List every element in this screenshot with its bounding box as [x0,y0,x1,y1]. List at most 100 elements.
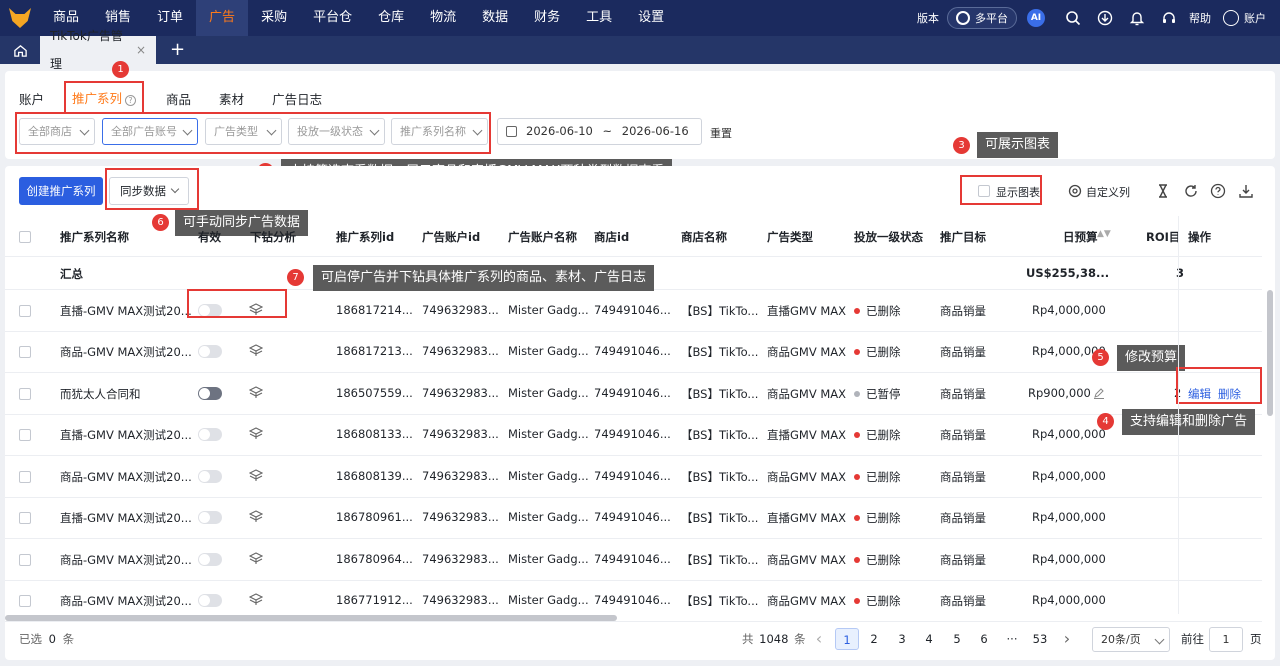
nav-menu-item[interactable]: 数据 [469,0,521,36]
page-button[interactable]: 6 [972,628,996,650]
tab-materials[interactable]: 素材 [219,89,244,108]
headset-icon[interactable] [1161,10,1177,26]
page-button[interactable]: 1 [835,628,859,650]
custom-columns-button[interactable]: 自定义列 [1086,184,1130,200]
nav-menu-item[interactable]: 订单 [144,0,196,36]
question-icon[interactable]: ? [125,95,137,106]
nav-menu-item[interactable]: 平台仓 [300,0,365,36]
help-icon[interactable] [1210,183,1226,199]
status-dot [854,556,860,563]
goto-page-input[interactable]: 1 [1209,627,1243,652]
page-button[interactable]: 5 [945,628,969,650]
search-icon[interactable] [1065,10,1081,26]
horizontal-scrollbar[interactable] [5,615,617,621]
enable-toggle[interactable] [198,552,222,566]
next-page-button[interactable]: › [1055,628,1079,650]
page-button[interactable]: 3 [890,628,914,650]
select-all-checkbox[interactable] [19,231,31,243]
bell-icon[interactable] [1129,10,1145,26]
version-label[interactable]: 版本 [917,10,939,26]
refresh-icon[interactable] [1183,183,1199,199]
shop-select[interactable]: 全部商店 [19,118,95,145]
vertical-scrollbar[interactable] [1267,290,1273,416]
header-budget[interactable]: 日预算 [1063,229,1098,245]
create-series-button[interactable]: 创建推广系列 [19,177,103,205]
header-account-name: 广告账户名称 [508,230,577,244]
row-checkbox[interactable] [19,304,31,317]
tab-tiktok-ads[interactable]: TikTok广告管理 × [40,29,156,71]
hourglass-icon[interactable] [1155,183,1171,199]
enable-toggle[interactable] [198,345,222,359]
cell-series-name[interactable]: 而犹太人合同和 [60,386,141,402]
ai-button[interactable]: AI [1027,9,1045,27]
enable-toggle[interactable] [198,428,222,442]
nav-menu-item[interactable]: 财务 [521,0,573,36]
show-chart-checkbox[interactable] [978,185,990,197]
page-button[interactable]: 53 [1028,628,1052,650]
row-checkbox[interactable] [19,346,31,359]
nav-menu-item[interactable]: 广告 [196,0,249,36]
reset-button[interactable]: 重置 [710,125,732,141]
cell-series-name[interactable]: 商品-GMV MAX测试20... [60,469,192,485]
edit-icon[interactable] [1093,387,1105,399]
drill-icon[interactable] [249,509,263,523]
page-button[interactable]: 4 [917,628,941,650]
sort-icon[interactable]: ▲▼ [1097,229,1111,239]
cell-series-name[interactable]: 直播-GMV MAX测试20... [60,510,192,526]
help-link[interactable]: 帮助 [1189,10,1211,26]
fox-logo-icon[interactable] [0,0,40,36]
cell-series-name[interactable]: 直播-GMV MAX测试20... [60,427,192,443]
close-icon[interactable]: × [136,36,146,64]
cell-series-name[interactable]: 直播-GMV MAX测试20... [60,303,192,319]
page-button[interactable]: ··· [1000,628,1024,650]
page-size-select[interactable]: 20条/页 [1092,627,1170,652]
nav-menu-item[interactable]: 工具 [573,0,625,36]
cell-series-name[interactable]: 商品-GMV MAX测试20... [60,344,192,360]
cell-series-id: 186817213... [336,344,413,359]
enable-toggle[interactable] [198,386,222,400]
drill-icon[interactable] [249,592,263,606]
tab-series[interactable]: 推广系列? [64,81,145,114]
row-checkbox[interactable] [19,470,31,483]
status-select[interactable]: 投放一级状态 [288,118,385,145]
tab-products[interactable]: 商品 [166,89,191,108]
header-name[interactable]: 推广系列名称 [60,229,129,245]
prev-page-button[interactable]: ‹ [807,628,831,650]
cell-series-name[interactable]: 商品-GMV MAX测试20... [60,552,192,568]
ad-account-select[interactable]: 全部广告账号 [102,118,198,145]
drill-icon[interactable] [249,468,263,482]
tab-account[interactable]: 账户 [19,89,44,108]
date-range-picker[interactable]: 2026-06-10 ~ 2026-06-16 [497,118,702,145]
row-checkbox[interactable] [19,429,31,442]
row-checkbox[interactable] [19,387,31,400]
cell-series-name[interactable]: 商品-GMV MAX测试20... [60,593,192,609]
drill-icon[interactable] [249,426,263,440]
drill-icon[interactable] [249,343,263,357]
page-button[interactable]: 2 [862,628,886,650]
nav-menu-item[interactable]: 设置 [625,0,677,36]
row-checkbox[interactable] [19,553,31,566]
status-dot [854,390,860,397]
row-checkbox[interactable] [19,595,31,608]
download-icon[interactable] [1097,10,1113,26]
enable-toggle[interactable] [198,511,222,525]
account-menu[interactable]: 账户 [1223,10,1266,26]
drill-icon[interactable] [249,551,263,565]
platform-switch[interactable]: 多平台 [947,7,1017,29]
cell-account-id: 749632983... [422,593,499,608]
enable-toggle[interactable] [198,469,222,483]
ad-type-select[interactable]: 广告类型 [205,118,282,145]
series-name-select[interactable]: 推广系列名称 [391,118,488,145]
drill-icon[interactable] [249,385,263,399]
row-checkbox[interactable] [19,512,31,525]
export-icon[interactable] [1238,183,1254,199]
home-icon[interactable] [0,36,40,64]
nav-menu-item[interactable]: 仓库 [365,0,417,36]
enable-toggle[interactable] [198,594,222,608]
add-tab-button[interactable]: + [170,36,185,64]
tab-ad-log[interactable]: 广告日志 [272,89,322,108]
gear-icon[interactable] [1067,183,1083,199]
cell-account-name: Mister Gadg... [508,551,589,566]
nav-menu-item[interactable]: 物流 [417,0,469,36]
nav-menu-item[interactable]: 采购 [248,0,300,36]
